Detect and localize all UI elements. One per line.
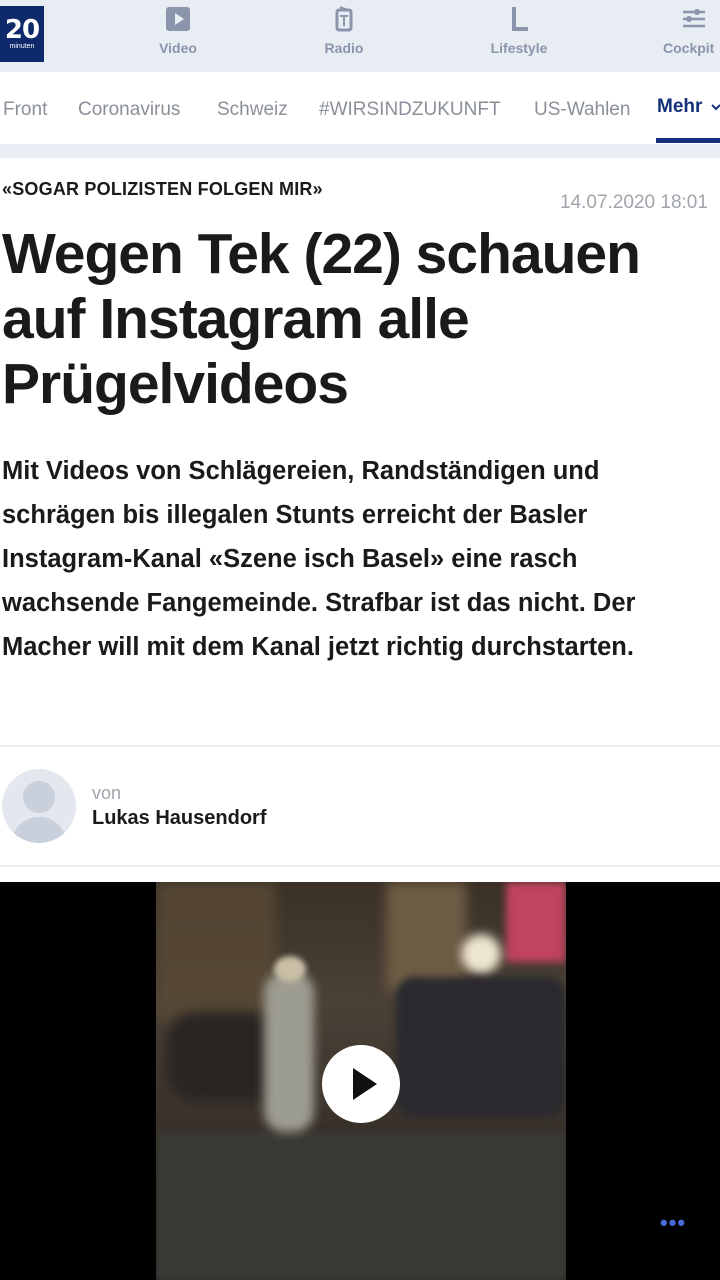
chevron-down-icon [710,104,720,111]
nav-lifestyle-label: Lifestyle [490,40,548,56]
section-mehr-label: Mehr [657,96,703,117]
nav-video-label: Video [159,40,197,56]
cockpit-icon [683,9,705,28]
nav-cockpit[interactable]: Cockpit [663,4,720,56]
article-headline: Wegen Tek (22) schauen auf Instagram all… [2,222,641,416]
divider-top [0,745,720,747]
section-mehr[interactable]: Mehr [657,96,720,118]
nav-separator [0,144,720,158]
author-avatar [2,769,76,843]
20-minuten-logo[interactable]: 20 minuten [0,6,44,62]
divider-bottom [0,865,720,867]
active-tab-underline [656,138,720,143]
section-front[interactable]: Front [3,99,47,121]
play-button[interactable] [322,1045,400,1123]
nav-cockpit-label: Cockpit [663,40,715,56]
top-app-bar: 20 minuten Video Radio Lifestyle Cockpit [0,0,720,72]
nav-radio[interactable]: Radio [320,4,368,56]
lifestyle-icon [512,7,528,31]
article-lead: Mit Videos von Schlägereien, Randständig… [2,457,636,661]
logo-sub: minuten [9,43,35,50]
nav-lifestyle[interactable]: Lifestyle [487,4,551,56]
video-icon [166,7,190,31]
section-wirsindzukunft[interactable]: #WIRSINDZUKUNFT [319,99,501,121]
author-prefix: von [92,783,122,803]
nav-radio-label: Radio [324,40,364,56]
section-nav: Front Coronavirus Schweiz #WIRSINDZUKUNF… [0,72,720,144]
author-name[interactable]: Lukas Hausendorf [92,807,266,830]
section-coronavirus[interactable]: Coronavirus [78,99,180,121]
article-date: 14.07.2020 18:01 [560,192,708,213]
more-options-icon[interactable]: ••• [660,1210,686,1236]
video-player[interactable]: ••• [0,882,720,1280]
nav-video[interactable]: Video [155,4,201,56]
section-schweiz[interactable]: Schweiz [217,99,288,121]
section-us-wahlen[interactable]: US-Wahlen [534,99,630,121]
radio-icon [335,6,353,32]
logo-number: 20 [4,15,40,45]
article-kicker: «SOGAR POLIZISTEN FOLGEN MIR» [2,179,323,199]
